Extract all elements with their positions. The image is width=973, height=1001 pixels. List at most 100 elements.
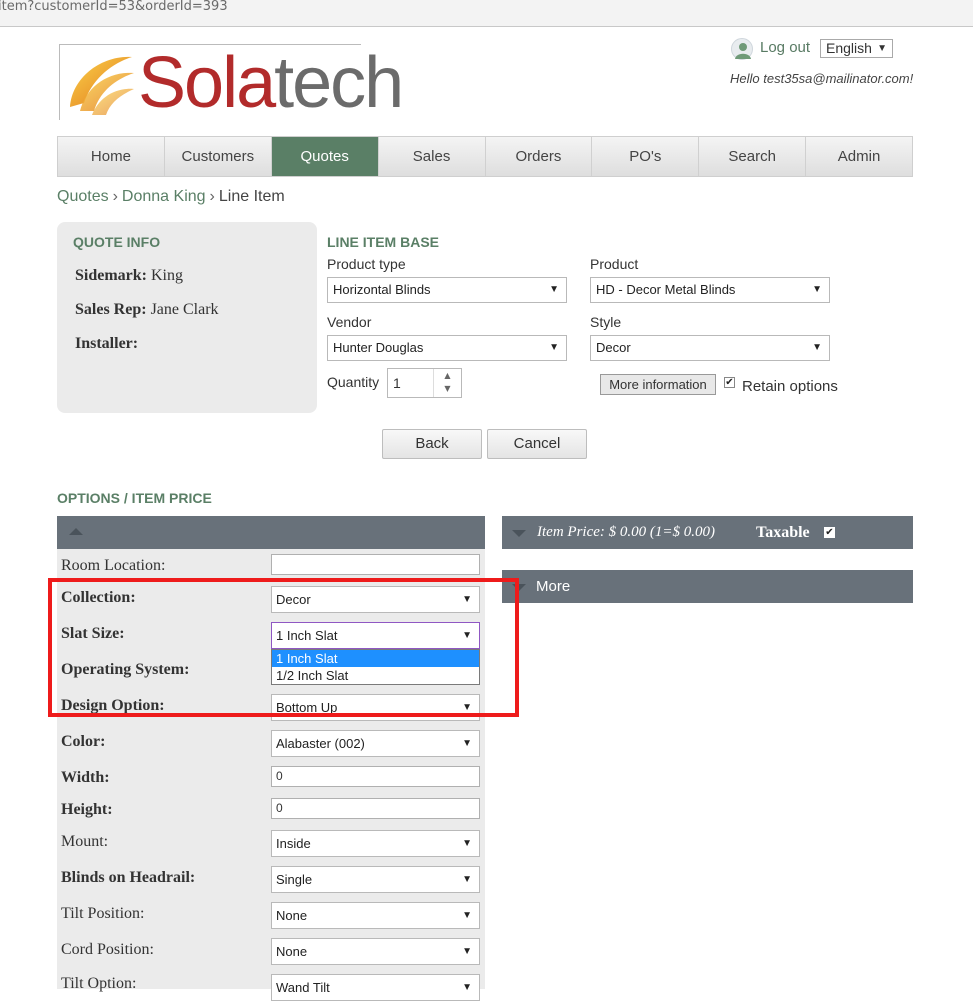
tab-search[interactable]: Search [699, 137, 807, 176]
logout-link[interactable]: Log out [760, 39, 810, 56]
vendor-label: Vendor [327, 314, 372, 330]
breadcrumb-customer[interactable]: Donna King [122, 188, 206, 205]
chevron-down-icon: ▼ [462, 702, 472, 713]
taxable-label: Taxable [756, 524, 810, 541]
greeting-text: Hello test35sa@mailinator.com! [730, 71, 914, 86]
tab-admin[interactable]: Admin [806, 137, 912, 176]
language-value: English [826, 40, 872, 56]
headrail-label: Blinds on Headrail: [61, 869, 196, 886]
tab-home[interactable]: Home [58, 137, 165, 176]
tilt-option-select[interactable]: Wand Tilt ▼ [271, 974, 480, 1001]
breadcrumb-quotes[interactable]: Quotes [57, 188, 109, 205]
tab-sales[interactable]: Sales [378, 137, 486, 176]
more-bar[interactable]: More [502, 570, 913, 603]
mount-value: Inside [276, 836, 311, 851]
brand-part1: Sola [138, 43, 276, 123]
collection-value: Decor [276, 592, 311, 607]
slat-option-half-inch[interactable]: 1/2 Inch Slat [272, 667, 479, 684]
retain-options-label: Retain options [742, 378, 838, 395]
height-input[interactable]: 0 [271, 798, 480, 819]
quantity-label: Quantity [327, 374, 380, 390]
chevron-down-icon: ▼ [462, 910, 472, 921]
tilt-option-value: Wand Tilt [276, 980, 330, 995]
slat-size-select[interactable]: 1 Inch Slat ▼ [271, 622, 480, 649]
vendor-value: Hunter Douglas [333, 340, 424, 355]
collapse-arrow-icon[interactable] [69, 528, 83, 535]
room-location-input[interactable] [271, 554, 480, 575]
sales-rep-value: Jane Clark [150, 301, 219, 318]
collection-label: Collection: [61, 589, 136, 606]
tab-orders[interactable]: Orders [485, 137, 593, 176]
quantity-stepper[interactable]: 1 ▲ ▼ [387, 368, 462, 398]
vendor-select[interactable]: Hunter Douglas ▼ [327, 335, 567, 361]
headrail-value: Single [276, 872, 313, 887]
quote-info-panel: QUOTE INFO Sidemark: King Sales Rep: Jan… [57, 222, 317, 413]
tab-pos[interactable]: PO's [592, 137, 700, 176]
expand-arrow-icon[interactable] [512, 530, 526, 537]
style-value: Decor [596, 340, 631, 355]
width-label: Width: [61, 769, 110, 786]
color-value: Alabaster (002) [276, 736, 365, 751]
options-title: OPTIONS / ITEM PRICE [57, 490, 212, 506]
mount-select[interactable]: Inside ▼ [271, 830, 480, 857]
address-bar[interactable]: item?customerId=53&orderId=393 [0, 0, 973, 27]
color-label: Color: [61, 733, 106, 750]
more-information-button[interactable]: More information [600, 374, 716, 395]
slat-size-dropdown: 1 Inch Slat 1/2 Inch Slat [271, 649, 480, 685]
tilt-position-select[interactable]: None ▼ [271, 902, 480, 929]
cancel-button[interactable]: Cancel [487, 429, 587, 459]
expand-arrow-icon[interactable] [512, 584, 526, 591]
chevron-down-icon: ▼ [462, 738, 472, 749]
item-price-bar[interactable]: Item Price: $ 0.00 (1=$ 0.00) Taxable ✔ [502, 516, 913, 549]
width-input[interactable]: 0 [271, 766, 480, 787]
style-label: Style [590, 314, 622, 330]
tab-customers[interactable]: Customers [164, 137, 272, 176]
spinner-arrows-icon[interactable]: ▲ ▼ [433, 369, 461, 397]
color-select[interactable]: Alabaster (002) ▼ [271, 730, 480, 757]
retain-options-checkbox[interactable]: ✔ [724, 377, 735, 388]
slat-option-1-inch[interactable]: 1 Inch Slat [272, 650, 479, 667]
operating-system-label: Operating System: [61, 661, 190, 678]
sun-swirl-icon [70, 56, 134, 115]
taxable-checkbox[interactable]: ✔ [824, 527, 835, 538]
chevron-down-icon: ▼ [462, 838, 472, 849]
cord-position-select[interactable]: None ▼ [271, 938, 480, 965]
style-select[interactable]: Decor ▼ [590, 335, 830, 361]
product-select[interactable]: HD - Decor Metal Blinds ▼ [590, 277, 830, 303]
product-type-label: Product type [327, 256, 406, 272]
product-label: Product [590, 256, 639, 272]
sales-rep-row: Sales Rep: Jane Clark [75, 301, 219, 319]
headrail-select[interactable]: Single ▼ [271, 866, 480, 893]
brand-part2: tech [274, 43, 404, 123]
design-option-select[interactable]: Bottom Up ▼ [271, 694, 480, 721]
installer-row: Installer: [75, 335, 138, 353]
cord-position-value: None [276, 944, 308, 959]
options-panel-header[interactable] [57, 516, 485, 549]
design-option-label: Design Option: [61, 697, 165, 714]
tab-quotes[interactable]: Quotes [271, 137, 379, 176]
line-item-base-title: LINE ITEM BASE [327, 234, 440, 250]
brand-wordmark: Solatech [138, 43, 404, 123]
chevron-down-icon: ▼ [549, 342, 559, 353]
design-option-value: Bottom Up [276, 700, 338, 715]
chevron-down-icon: ▼ [877, 43, 887, 54]
chevron-down-icon: ▼ [462, 594, 472, 605]
product-value: HD - Decor Metal Blinds [596, 282, 736, 297]
sidemark-value: King [151, 267, 183, 284]
breadcrumb-separator: › [112, 188, 118, 205]
slat-size-value: 1 Inch Slat [276, 628, 338, 643]
back-button[interactable]: Back [382, 429, 482, 459]
collection-select[interactable]: Decor ▼ [271, 586, 480, 613]
user-avatar-icon [731, 38, 753, 60]
quote-info-title: QUOTE INFO [73, 234, 161, 250]
chevron-down-icon: ▼ [462, 982, 472, 993]
chevron-down-icon: ▼ [549, 284, 559, 295]
main-nav: Home Customers Quotes Sales Orders PO's … [57, 136, 913, 177]
product-type-value: Horizontal Blinds [333, 282, 431, 297]
cord-position-label: Cord Position: [61, 941, 154, 958]
language-select[interactable]: English ▼ [820, 39, 893, 58]
product-type-select[interactable]: Horizontal Blinds ▼ [327, 277, 567, 303]
tilt-option-label: Tilt Option: [61, 975, 137, 992]
sales-rep-label: Sales Rep: [75, 301, 147, 318]
room-location-label: Room Location: [61, 557, 166, 574]
